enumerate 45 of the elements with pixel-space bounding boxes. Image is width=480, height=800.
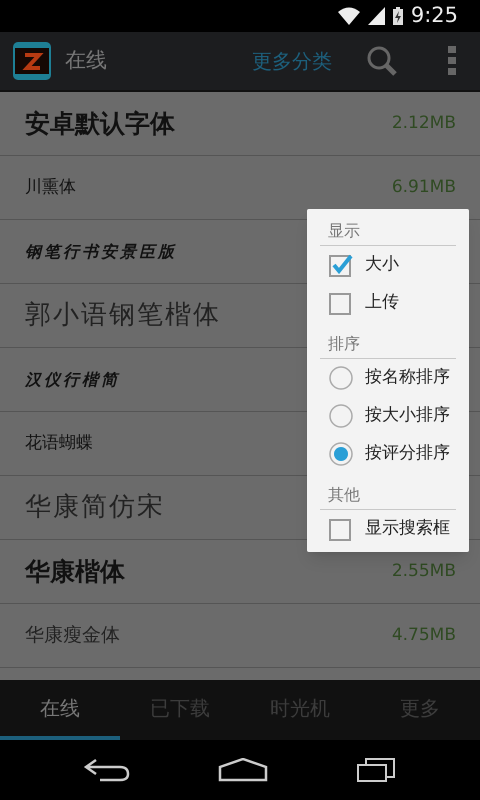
radio-icon[interactable] xyxy=(329,366,353,390)
search-icon[interactable] xyxy=(366,45,398,77)
checkbox-icon[interactable] xyxy=(329,291,353,315)
menu-option[interactable]: 按评分排序 xyxy=(307,435,469,473)
font-name: 华康瘦金体 xyxy=(25,623,120,648)
option-label: 按名称排序 xyxy=(365,366,450,390)
font-name: 郭小语钢笔楷体 xyxy=(25,299,221,332)
section-header: 显示 xyxy=(320,219,456,246)
option-label: 上传 xyxy=(365,291,399,314)
battery-icon xyxy=(392,7,403,25)
menu-option[interactable]: 按名称排序 xyxy=(307,359,469,397)
screen-title: 在线 xyxy=(65,47,107,74)
overflow-menu-icon[interactable] xyxy=(448,46,456,76)
font-name: 钢笔行书安景臣版 xyxy=(25,240,177,262)
font-name: 华康楷体 xyxy=(25,556,125,588)
menu-option[interactable]: 大小 xyxy=(307,246,469,284)
recent-apps-icon[interactable] xyxy=(356,757,396,783)
menu-option[interactable]: 上传 xyxy=(307,284,469,322)
menu-option[interactable]: 按大小排序 xyxy=(307,397,469,435)
signal-icon xyxy=(368,7,385,25)
font-name: 川熏体 xyxy=(25,176,76,199)
file-size: 4.75MB xyxy=(392,624,456,647)
option-label: 按大小排序 xyxy=(365,404,450,428)
file-size: 2.55MB xyxy=(392,560,456,583)
checkbox-icon[interactable] xyxy=(329,517,353,541)
home-icon[interactable] xyxy=(218,758,268,782)
section-header: 排序 xyxy=(320,332,456,359)
app-logo-icon[interactable] xyxy=(13,42,51,80)
section-header: 其他 xyxy=(320,483,456,510)
option-label: 按评分排序 xyxy=(365,442,450,466)
font-name: 汉仪行楷简 xyxy=(25,368,120,390)
status-time: 9:25 xyxy=(410,2,458,30)
checked-checkbox-icon[interactable] xyxy=(329,253,353,277)
option-label: 显示搜索框 xyxy=(365,517,450,540)
file-size: 2.12MB xyxy=(392,112,456,135)
font-name: 安卓默认字体 xyxy=(25,108,175,140)
option-label: 大小 xyxy=(365,253,399,276)
file-size: 6.91MB xyxy=(392,176,456,199)
radio-icon[interactable] xyxy=(329,404,353,428)
selected-radio-icon[interactable] xyxy=(329,442,353,466)
menu-option[interactable]: 显示搜索框 xyxy=(307,510,469,548)
font-name: 华康简仿宋 xyxy=(25,491,165,524)
back-icon[interactable] xyxy=(84,758,130,782)
font-name: 花语蝴蝶 xyxy=(25,432,93,455)
wifi-icon xyxy=(338,7,360,25)
